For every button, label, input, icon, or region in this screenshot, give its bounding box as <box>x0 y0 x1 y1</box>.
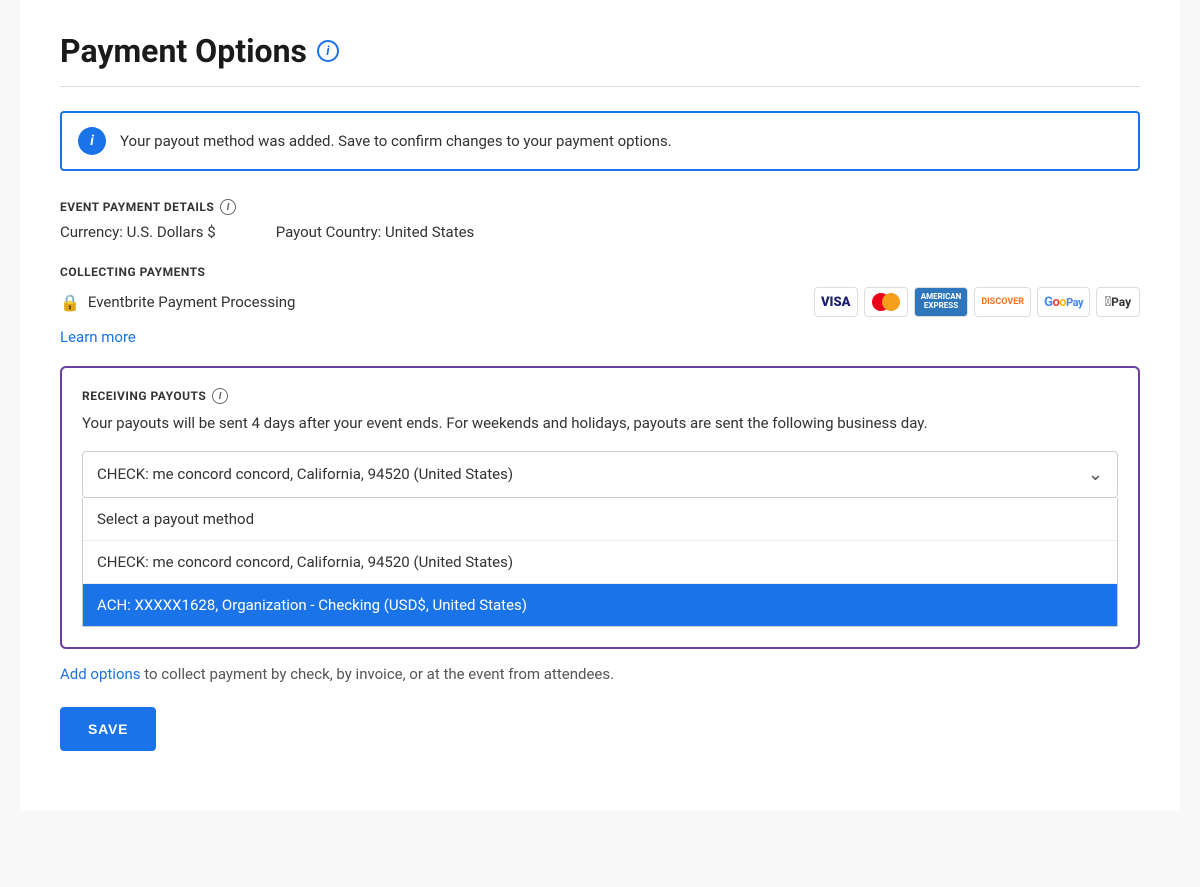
title-divider <box>60 86 1140 87</box>
mc-orange-circle <box>882 293 900 311</box>
dropdown-item-ach[interactable]: ACH: XXXXX1628, Organization - Checking … <box>83 584 1117 626</box>
collecting-left: 🔒 Eventbrite Payment Processing <box>60 293 295 312</box>
card-icons: VISA AMERICANEXPRESS DISCOVER GooPay <box>814 287 1140 317</box>
event-payment-info-icon[interactable]: i <box>220 199 236 215</box>
collecting-payments-section: COLLECTING PAYMENTS 🔒 Eventbrite Payment… <box>60 265 1140 346</box>
amex-icon: AMERICANEXPRESS <box>914 287 969 317</box>
page-title-info-icon[interactable]: i <box>317 40 339 62</box>
gpay-icon: GooPay <box>1037 287 1090 317</box>
mastercard-icon <box>864 287 908 317</box>
event-payment-section: EVENT PAYMENT DETAILS i Currency: U.S. D… <box>60 199 1140 241</box>
info-banner-icon: i <box>78 127 106 155</box>
visa-card-icon: VISA <box>814 287 858 317</box>
receiving-payouts-info-icon[interactable]: i <box>212 388 228 404</box>
selected-option-text: CHECK: me concord concord, California, 9… <box>97 465 513 483</box>
info-banner-message: Your payout method was added. Save to co… <box>120 132 672 150</box>
receiving-payouts-section: RECEIVING PAYOUTS i Your payouts will be… <box>60 366 1140 649</box>
page-title-row: Payment Options i <box>60 32 1140 70</box>
select-chevron-down-icon: ⌄ <box>1088 464 1103 485</box>
learn-more-link[interactable]: Learn more <box>60 328 136 346</box>
save-button[interactable]: SAVE <box>60 707 156 751</box>
dropdown-item-placeholder[interactable]: Select a payout method <box>83 498 1117 541</box>
add-options-suffix: to collect payment by check, by invoice,… <box>141 665 615 683</box>
payout-method-select-value[interactable]: CHECK: me concord concord, California, 9… <box>82 451 1118 498</box>
page-title: Payment Options <box>60 32 307 70</box>
add-options-link[interactable]: Add options <box>60 665 141 683</box>
payout-country-label: Payout Country: United States <box>276 223 475 241</box>
processor-label: Eventbrite Payment Processing <box>88 293 296 311</box>
lock-icon: 🔒 <box>60 293 80 312</box>
payment-details-row: Currency: U.S. Dollars $ Payout Country:… <box>60 223 1140 241</box>
event-payment-label: EVENT PAYMENT DETAILS i <box>60 199 1140 215</box>
payout-method-dropdown: Select a payout method CHECK: me concord… <box>82 498 1118 627</box>
info-banner: i Your payout method was added. Save to … <box>60 111 1140 171</box>
discover-icon: DISCOVER <box>974 287 1031 317</box>
payout-method-select-container[interactable]: CHECK: me concord concord, California, 9… <box>82 451 1118 627</box>
collecting-row: 🔒 Eventbrite Payment Processing VISA AME… <box>60 287 1140 317</box>
currency-label: Currency: U.S. Dollars $ <box>60 223 216 241</box>
applepay-icon:  Pay <box>1096 287 1140 317</box>
dropdown-item-check[interactable]: CHECK: me concord concord, California, 9… <box>83 541 1117 584</box>
add-options-text: Add options to collect payment by check,… <box>60 665 1140 683</box>
payouts-description: Your payouts will be sent 4 days after y… <box>82 412 1118 435</box>
collecting-payments-label: COLLECTING PAYMENTS <box>60 265 1140 279</box>
receiving-payouts-label: RECEIVING PAYOUTS i <box>82 388 1118 404</box>
